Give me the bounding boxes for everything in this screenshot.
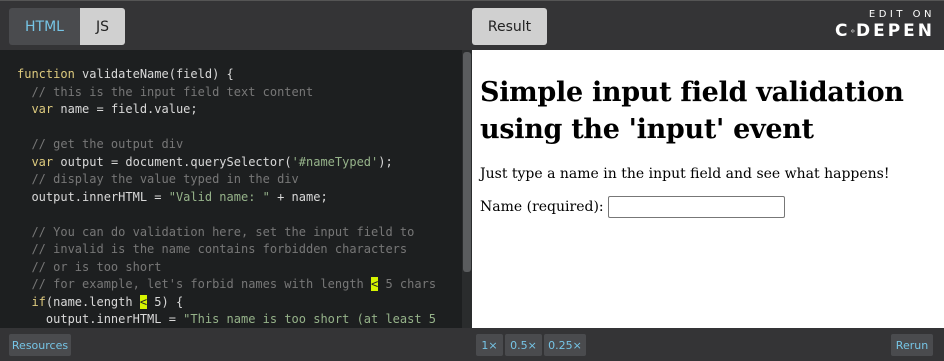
zoom-1x-button[interactable]: 1× xyxy=(476,334,503,356)
code-token: var xyxy=(31,102,54,116)
code-line: // invalid is the name contains forbidde… xyxy=(17,241,436,259)
code-line: // this is the input field text content xyxy=(17,84,436,102)
codepen-cube-icon xyxy=(851,29,855,33)
code-token: // get the output div xyxy=(17,137,184,151)
code-token: output.innerHTML = xyxy=(17,189,169,204)
name-input[interactable] xyxy=(607,196,785,218)
code-token: // display the value typed in the div xyxy=(17,172,299,186)
code-token: 5) { xyxy=(147,294,184,309)
code-token: "Valid name: " xyxy=(168,189,270,204)
zoom-0-5x-button[interactable]: 0.5× xyxy=(505,334,542,356)
code-token: // You can do validation here, set the i… xyxy=(17,224,415,239)
code-content[interactable]: function validateName(field) { // this i… xyxy=(17,66,436,328)
editor-bottom-bar: Resources 1× 0.5× 0.25× Rerun xyxy=(0,328,944,361)
code-line: // or is too short xyxy=(17,259,436,277)
code-token: // invalid is the name contains forbidde… xyxy=(17,242,408,256)
resources-button[interactable]: Resources xyxy=(9,334,71,356)
code-line: output.innerHTML = "This name is too sho… xyxy=(17,311,436,328)
edit-on-codepen-link[interactable]: EDIT ON C DEPEN xyxy=(835,9,935,41)
code-token: (name.length xyxy=(45,294,140,309)
editor-scrollbar-thumb[interactable] xyxy=(463,52,471,272)
code-line: output.innerHTML = "Valid name: " + name… xyxy=(17,189,436,207)
code-token: if xyxy=(31,294,46,309)
editor-top-bar: HTML JS Result EDIT ON C DEPEN xyxy=(0,0,944,50)
code-token: // for example, let's forbid names with … xyxy=(17,277,372,291)
tab-js[interactable]: JS xyxy=(80,8,125,45)
code-line: var name = field.value; xyxy=(17,101,436,119)
code-token: '#nameTyped' xyxy=(291,154,379,169)
result-preview: Simple input field validation using the … xyxy=(472,50,944,328)
code-token: // or is too short xyxy=(17,259,162,274)
zoom-0-25x-button[interactable]: 0.25× xyxy=(544,334,586,356)
code-token: output.innerHTML = xyxy=(17,312,184,326)
matched-bracket-highlight: < xyxy=(139,294,148,309)
code-token: ); xyxy=(378,154,393,169)
instruction-text: Just type a name in the input field and … xyxy=(480,166,890,182)
codepen-logo-right: DEPEN xyxy=(855,21,935,41)
code-token: output = document.querySelector( xyxy=(53,154,292,169)
code-token: name = field.value; xyxy=(53,102,198,116)
code-token: var xyxy=(31,154,54,169)
code-token: 5 chars xyxy=(378,277,437,291)
js-code-editor[interactable]: function validateName(field) { // this i… xyxy=(0,50,462,328)
code-token: // this is the input field text content xyxy=(17,84,314,99)
edit-on-label: EDIT ON xyxy=(868,9,935,20)
code-token: function xyxy=(17,67,75,81)
code-line: // for example, let's forbid names with … xyxy=(17,276,436,294)
rerun-button[interactable]: Rerun xyxy=(891,334,933,356)
code-line: // You can do validation here, set the i… xyxy=(17,224,436,242)
name-field-label: Name (required): xyxy=(480,199,604,215)
tab-result[interactable]: Result xyxy=(472,8,547,45)
code-token: validateName(field) { xyxy=(74,67,234,81)
tab-html[interactable]: HTML xyxy=(9,8,80,45)
code-line: // get the output div xyxy=(17,136,436,154)
name-field-row: Name (required): xyxy=(480,196,936,218)
code-token: + name; xyxy=(269,189,328,204)
codepen-logo: C DEPEN xyxy=(835,21,935,41)
code-line: var output = document.querySelector('#na… xyxy=(17,154,436,172)
code-line: if(name.length < 5) { xyxy=(17,294,436,312)
page-title: Simple input field validation using the … xyxy=(480,77,904,145)
codepen-logo-left: C xyxy=(835,21,851,41)
code-line: function validateName(field) { xyxy=(17,66,436,84)
code-token: "This name is too short (at least 5 xyxy=(183,312,437,326)
code-line: // display the value typed in the div xyxy=(17,171,436,189)
